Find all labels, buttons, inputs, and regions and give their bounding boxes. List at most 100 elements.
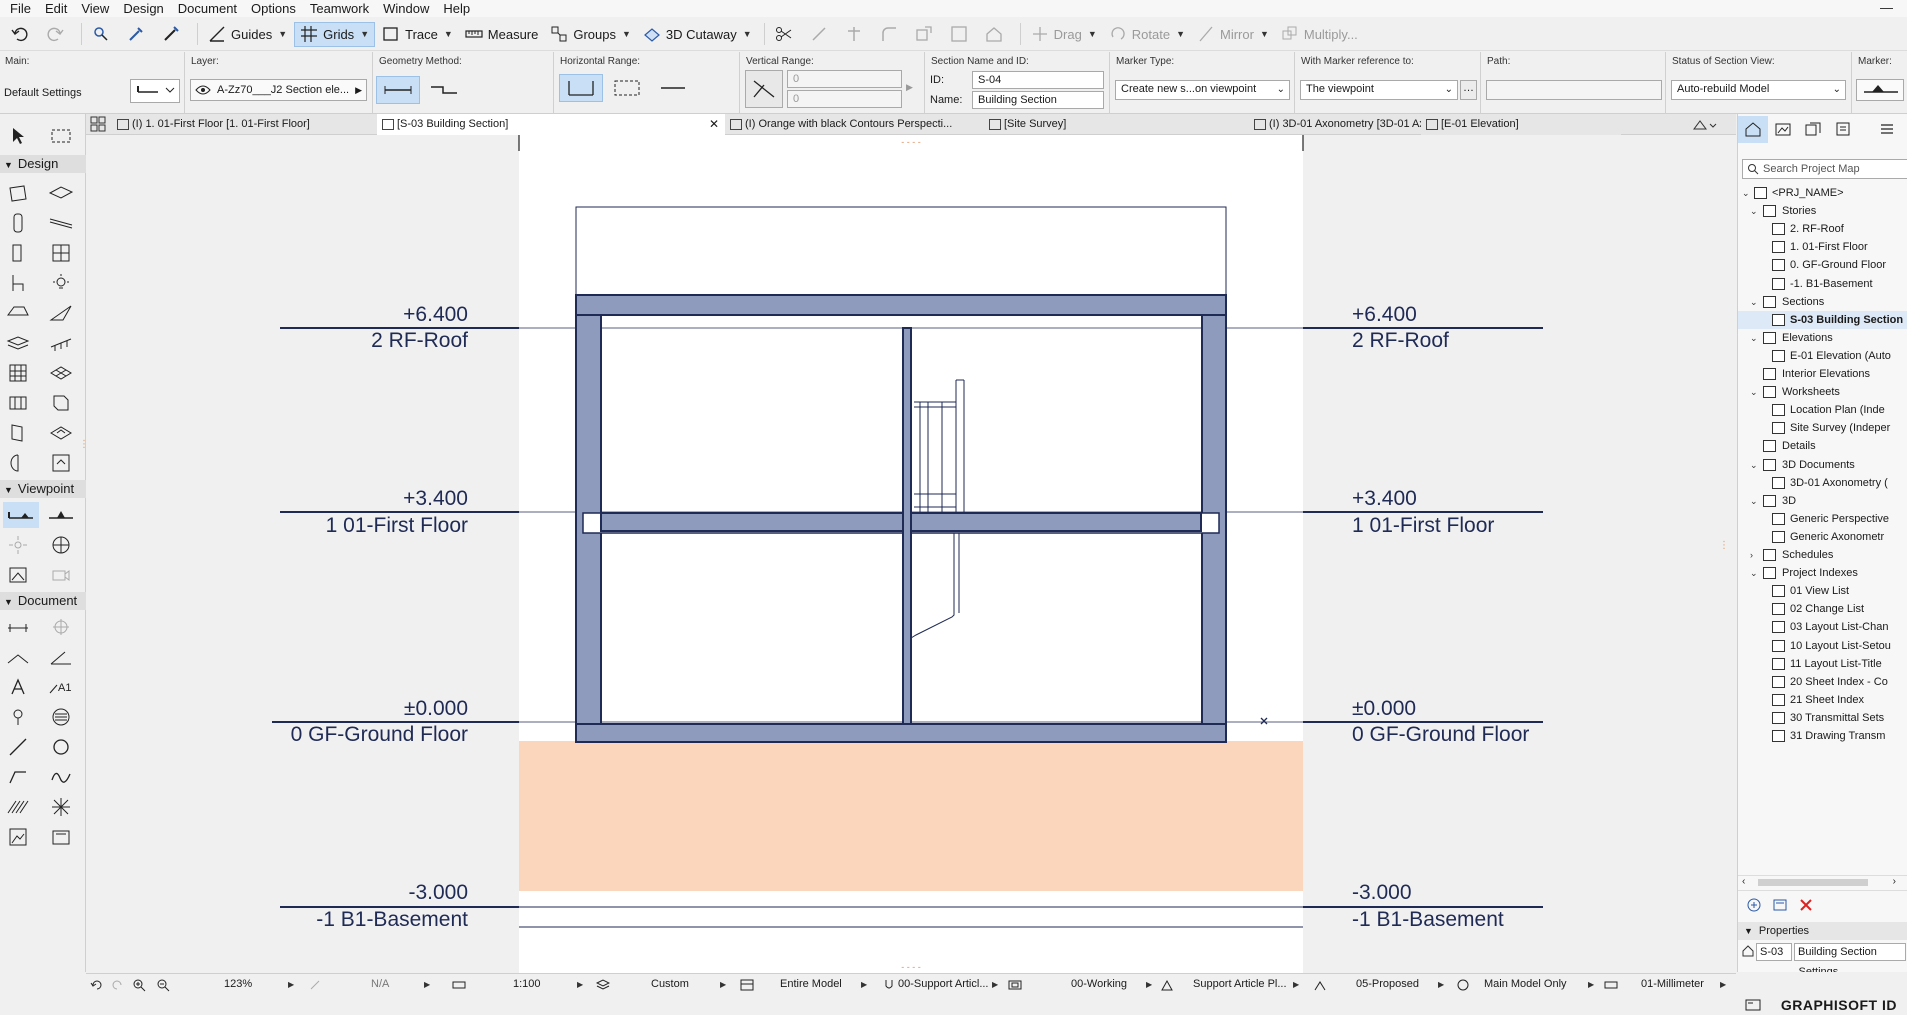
tree-item[interactable]: Site Survey (Indeper [1738,419,1907,437]
forward-view-button[interactable] [110,974,124,995]
scroll-thumb[interactable] [1758,879,1868,886]
split-button[interactable] [770,22,803,47]
arrow-tool[interactable] [3,123,33,149]
object-tool[interactable] [3,270,33,296]
roof-button[interactable] [980,22,1013,47]
menu-document[interactable]: Document [171,0,244,17]
tree-item[interactable]: E-01 Elevation (Auto [1738,347,1907,365]
settings-button[interactable]: Settings... [1742,963,1904,972]
tree-item[interactable]: ⌄ Sections [1738,293,1907,311]
geometry-staggered-button[interactable] [422,76,466,104]
tree-item[interactable]: S-03 Building Section [1738,310,1907,329]
project-map-tab[interactable] [1738,115,1768,143]
drawing-tool[interactable] [46,794,76,820]
scale-value[interactable]: 1:100 [513,974,541,995]
menu-edit[interactable]: Edit [38,0,74,17]
chevron-left-icon[interactable]: ‹ [1742,876,1745,887]
inject-parameters-button[interactable] [157,22,190,47]
marquee-tool[interactable] [46,123,76,149]
zoom-out-button[interactable] [156,974,170,995]
find-select-button[interactable] [87,22,120,47]
rotation-angle-value[interactable]: N/A [371,974,389,995]
tree-item[interactable]: ⌄ 3D [1738,492,1907,510]
tab-first-floor[interactable]: (I) 1. 01-First Floor [1. 01-First Floor… [112,114,377,135]
hrange-infinite-button[interactable] [559,74,603,102]
curtain-wall-tool[interactable] [3,360,33,386]
morph-tool[interactable] [46,390,76,416]
hrange-zero-button[interactable] [651,74,695,102]
detail-tool[interactable] [46,450,76,476]
menu-view[interactable]: View [74,0,116,17]
path-input[interactable] [1486,80,1662,100]
layer-combination-value[interactable]: Custom [651,974,689,995]
marker-settings-button[interactable] [1856,79,1904,101]
chevron-down-icon[interactable]: ▼ [360,29,369,39]
tree-item[interactable]: 1. 01-First Floor [1738,238,1907,256]
menu-options[interactable]: Options [244,0,303,17]
mirror-button[interactable]: Mirror ▼ [1192,22,1274,47]
viewpoint-panel-header[interactable]: ▼ Viewpoint [0,480,86,498]
chevron-down-icon[interactable]: ▼ [1260,29,1269,39]
rotate-button[interactable]: Rotate ▼ [1104,22,1190,47]
chevron-down-icon[interactable]: ⌄ [1750,293,1758,311]
vrange-bottom-input[interactable]: 0 [787,90,902,108]
chevron-down-icon[interactable]: ⌄ [1750,564,1758,582]
new-view-button[interactable] [1746,897,1762,916]
tool-settings-button[interactable] [130,79,180,103]
chevron-down-icon[interactable]: ⌄ [1742,184,1750,202]
tree-item[interactable]: › Schedules [1738,546,1907,564]
tree-item[interactable]: 02 Change List [1738,600,1907,618]
tab-building-section[interactable]: [S-03 Building Section] ✕ [377,114,725,135]
structure-display-value[interactable]: 05-Proposed [1356,974,1419,995]
measure-button[interactable]: Measure [460,22,544,47]
chevron-right-icon[interactable]: ▶ [577,974,583,995]
tree-item[interactable]: ⌄ Project Indexes [1738,564,1907,582]
tree-item[interactable]: Generic Axonometr [1738,528,1907,546]
model-view-value[interactable]: Entire Model [780,974,842,995]
elevation-tool[interactable] [46,502,76,528]
pick-up-parameters-button[interactable] [122,22,155,47]
curtain-button[interactable] [945,22,978,47]
chevron-right-icon[interactable]: ▶ [1438,974,1444,995]
window-tool[interactable] [46,240,76,266]
label-tool[interactable]: A1 [46,674,76,700]
properties-header[interactable]: ▼ Properties [1738,922,1907,940]
drag-button[interactable]: Drag ▼ [1026,22,1102,47]
chevron-right-icon[interactable]: ▶ [288,974,294,995]
chevron-right-icon[interactable]: ▶ [1720,974,1726,995]
tab-overview-button[interactable] [90,116,106,135]
layer-selector[interactable]: A-Zz70___J2 Section ele... ▶ [190,79,367,101]
chevron-right-icon[interactable]: ▶ [720,974,726,995]
tree-item[interactable]: 03 Layout List-Chan [1738,618,1907,636]
skylight-tool[interactable] [3,420,33,446]
undo-button[interactable] [6,22,39,47]
guides-button[interactable]: Guides ▼ [203,22,292,47]
wall-tool[interactable] [3,180,33,206]
chevron-down-icon[interactable]: ▼ [622,29,631,39]
camera-tool[interactable] [46,562,76,588]
mesh-tool[interactable] [46,360,76,386]
hrange-limited-button[interactable] [605,74,649,102]
trace-button[interactable]: Trace ▼ [377,22,458,47]
tree-item[interactable]: ⌄ Stories [1738,202,1907,220]
vrange-top-input[interactable]: 0 [787,70,902,88]
column-tool[interactable] [3,210,33,236]
tree-item[interactable]: 01 View List [1738,582,1907,600]
menu-design[interactable]: Design [116,0,170,17]
door-tool[interactable] [3,240,33,266]
back-view-button[interactable] [90,974,104,995]
tree-item[interactable]: -1. B1-Basement [1738,275,1907,293]
text-tool[interactable] [3,674,33,700]
graphisoft-id-button[interactable]: GRAPHISOFT ID [1781,997,1897,1013]
chevron-down-icon[interactable]: ▼ [278,29,287,39]
delete-view-button[interactable] [1798,897,1814,916]
dimension-value[interactable]: 01-Millimeter [1641,974,1704,995]
geometry-single-button[interactable] [376,76,420,104]
chevron-down-icon[interactable]: ⌄ [1750,492,1758,510]
chevron-right-icon[interactable]: ▶ [861,974,867,995]
status-select[interactable]: Auto-rebuild Model ⌄ [1671,80,1846,100]
redo-button[interactable] [41,22,74,47]
close-icon[interactable]: ✕ [709,114,719,135]
properties-name-field[interactable]: Building Section [1794,943,1906,961]
chevron-down-icon[interactable]: ▼ [1088,29,1097,39]
